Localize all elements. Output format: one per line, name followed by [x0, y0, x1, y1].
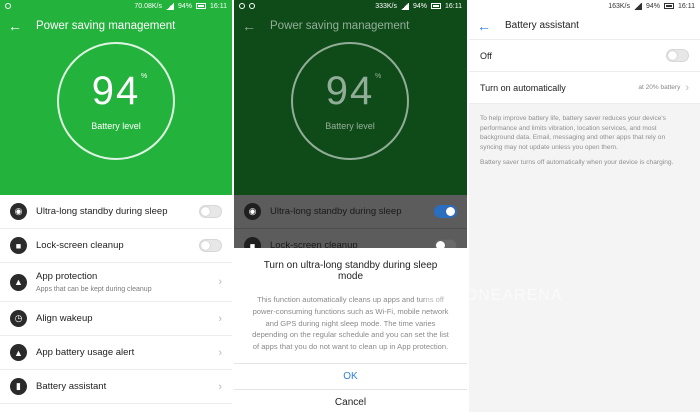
dialog-title: Turn on ultra-long standby during sleep … [263, 260, 438, 282]
battery-status-icon [196, 3, 206, 9]
app-bar: ← Power saving management [234, 12, 467, 40]
status-bar: 70.08K/s 94% 16:11 [0, 0, 232, 12]
description-paragraph: Battery saver turns off automatically wh… [480, 159, 674, 167]
list-item-lock-screen-cleanup[interactable]: ■ Lock-screen cleanup [0, 229, 232, 263]
threshold-value: at 20% battery [638, 84, 681, 91]
back-arrow-icon[interactable]: ← [8, 19, 22, 33]
chevron-right-icon: › [218, 276, 222, 288]
battery-percent: 94% [645, 2, 660, 10]
battery-level-value: 94% [91, 69, 147, 113]
chevron-right-icon: › [685, 81, 689, 94]
battery-ring: 94% Battery level [57, 42, 175, 160]
confirm-dialog: Turn on ultra-long standby during sleep … [234, 248, 467, 412]
list-item-ultra-long-standby[interactable]: ◉ Ultra-long standby during sleep [0, 195, 232, 229]
alarm-icon: ◷ [10, 310, 27, 327]
watermark-logo-icon [425, 283, 451, 309]
ultra-long-standby-toggle[interactable] [199, 205, 222, 218]
status-bar: 333K/s 94% 16:11 [234, 0, 467, 12]
chevron-right-icon: › [218, 380, 222, 393]
description-paragraph: To help improve battery life, battery sa… [480, 115, 666, 151]
battery-header-dimmed: 333K/s 94% 16:11 ← Power saving manageme… [234, 0, 467, 195]
battery-percent: 94% [412, 2, 427, 10]
list-item-ultra-long-standby: ◉ Ultra-long standby during sleep [234, 195, 467, 229]
list-item-battery-assistant[interactable]: ▮ Battery assistant › [0, 370, 232, 404]
clock: 16:11 [210, 2, 227, 10]
signal-icon [400, 2, 409, 10]
list-item-title: Ultra-long standby during sleep [36, 206, 168, 217]
bell-icon: ▲ [10, 344, 27, 361]
shield-icon: ▲ [10, 273, 27, 291]
app-bar: ← Power saving management [0, 12, 232, 40]
sleep-standby-icon: ◉ [244, 203, 261, 220]
list-item-title: Ultra-long standby during sleep [270, 206, 402, 217]
standby-dialog-screen: 333K/s 94% 16:11 ← Power saving manageme… [234, 0, 467, 412]
battery-percent: 94% [177, 2, 192, 10]
list-item-align-wakeup[interactable]: ◷ Align wakeup › [0, 302, 232, 336]
watermark-text: FONEARENA [454, 287, 563, 304]
page-title: Battery assistant [505, 20, 579, 31]
sleep-standby-icon: ◉ [10, 203, 27, 220]
clock: 16:11 [678, 2, 695, 10]
page-title: Power saving management [270, 20, 410, 32]
battery-unit: % [141, 73, 150, 80]
network-speed: 333K/s [375, 2, 397, 10]
notification-icon [239, 3, 245, 9]
battery-number: 94 [325, 69, 375, 113]
back-arrow-icon: ← [242, 18, 256, 34]
list-item-app-battery-alert[interactable]: ▲ App battery usage alert › [0, 336, 232, 370]
battery-status-icon [431, 3, 441, 9]
lock-screen-cleanup-toggle[interactable] [199, 239, 222, 252]
notification-icon [5, 3, 11, 9]
battery-saver-description: To help improve battery life, battery sa… [469, 104, 700, 168]
battery-icon: ▮ [10, 378, 27, 395]
dialog-body: This function automatically cleans up ap… [252, 295, 449, 352]
ultra-long-standby-toggle [434, 205, 457, 218]
battery-unit: % [375, 73, 384, 80]
ok-button[interactable]: OK [250, 364, 451, 389]
battery-ring: 94% Battery level [291, 42, 409, 160]
settings-list: ◉ Ultra-long standby during sleep ■ Lock… [0, 195, 232, 404]
battery-assistant-screen: 163K/s 94% 16:11 ← Battery assistant Off… [469, 0, 700, 412]
signal-icon [633, 2, 642, 10]
battery-level-label: Battery level [325, 121, 375, 131]
battery-number: 94 [91, 69, 141, 113]
list-item-title: Lock-screen cleanup [36, 240, 124, 251]
turn-on-automatically-label: Turn on automatically [480, 82, 566, 93]
app-notification-icon [249, 3, 255, 9]
watermark: FONEARENA [425, 283, 563, 309]
battery-level-value: 94% [325, 69, 381, 113]
list-item-title: App battery usage alert [36, 347, 135, 358]
battery-saver-switch-row[interactable]: Off [469, 40, 700, 72]
list-item-title: Align wakeup [36, 313, 93, 324]
back-arrow-icon[interactable]: ← [477, 19, 491, 33]
list-item-title: App protection [36, 271, 98, 282]
off-label: Off [480, 50, 492, 61]
battery-saver-toggle[interactable] [666, 49, 689, 62]
app-bar: ← Battery assistant [469, 12, 700, 40]
network-speed: 163K/s [608, 2, 630, 10]
battery-status-icon [664, 3, 674, 9]
list-item-title: Battery assistant [36, 381, 107, 392]
clock: 16:11 [445, 2, 462, 10]
chevron-right-icon: › [218, 312, 222, 325]
network-speed: 70.08K/s [134, 2, 162, 10]
signal-icon [165, 2, 174, 10]
turn-on-automatically-row[interactable]: Turn on automatically at 20% battery › [469, 72, 700, 104]
lock-cleanup-icon: ■ [10, 237, 27, 254]
battery-level-label: Battery level [91, 121, 141, 131]
cancel-button[interactable]: Cancel [250, 390, 451, 412]
list-item-app-protection[interactable]: ▲ App protection Apps that can be kept d… [0, 263, 232, 302]
list-item-subtitle: Apps that can be kept during cleanup [36, 286, 152, 293]
chevron-right-icon: › [218, 346, 222, 359]
power-saving-screen: 70.08K/s 94% 16:11 ← Power saving manage… [0, 0, 232, 412]
page-title: Power saving management [36, 20, 176, 32]
battery-header: 70.08K/s 94% 16:11 ← Power saving manage… [0, 0, 232, 195]
status-bar: 163K/s 94% 16:11 [469, 0, 700, 12]
